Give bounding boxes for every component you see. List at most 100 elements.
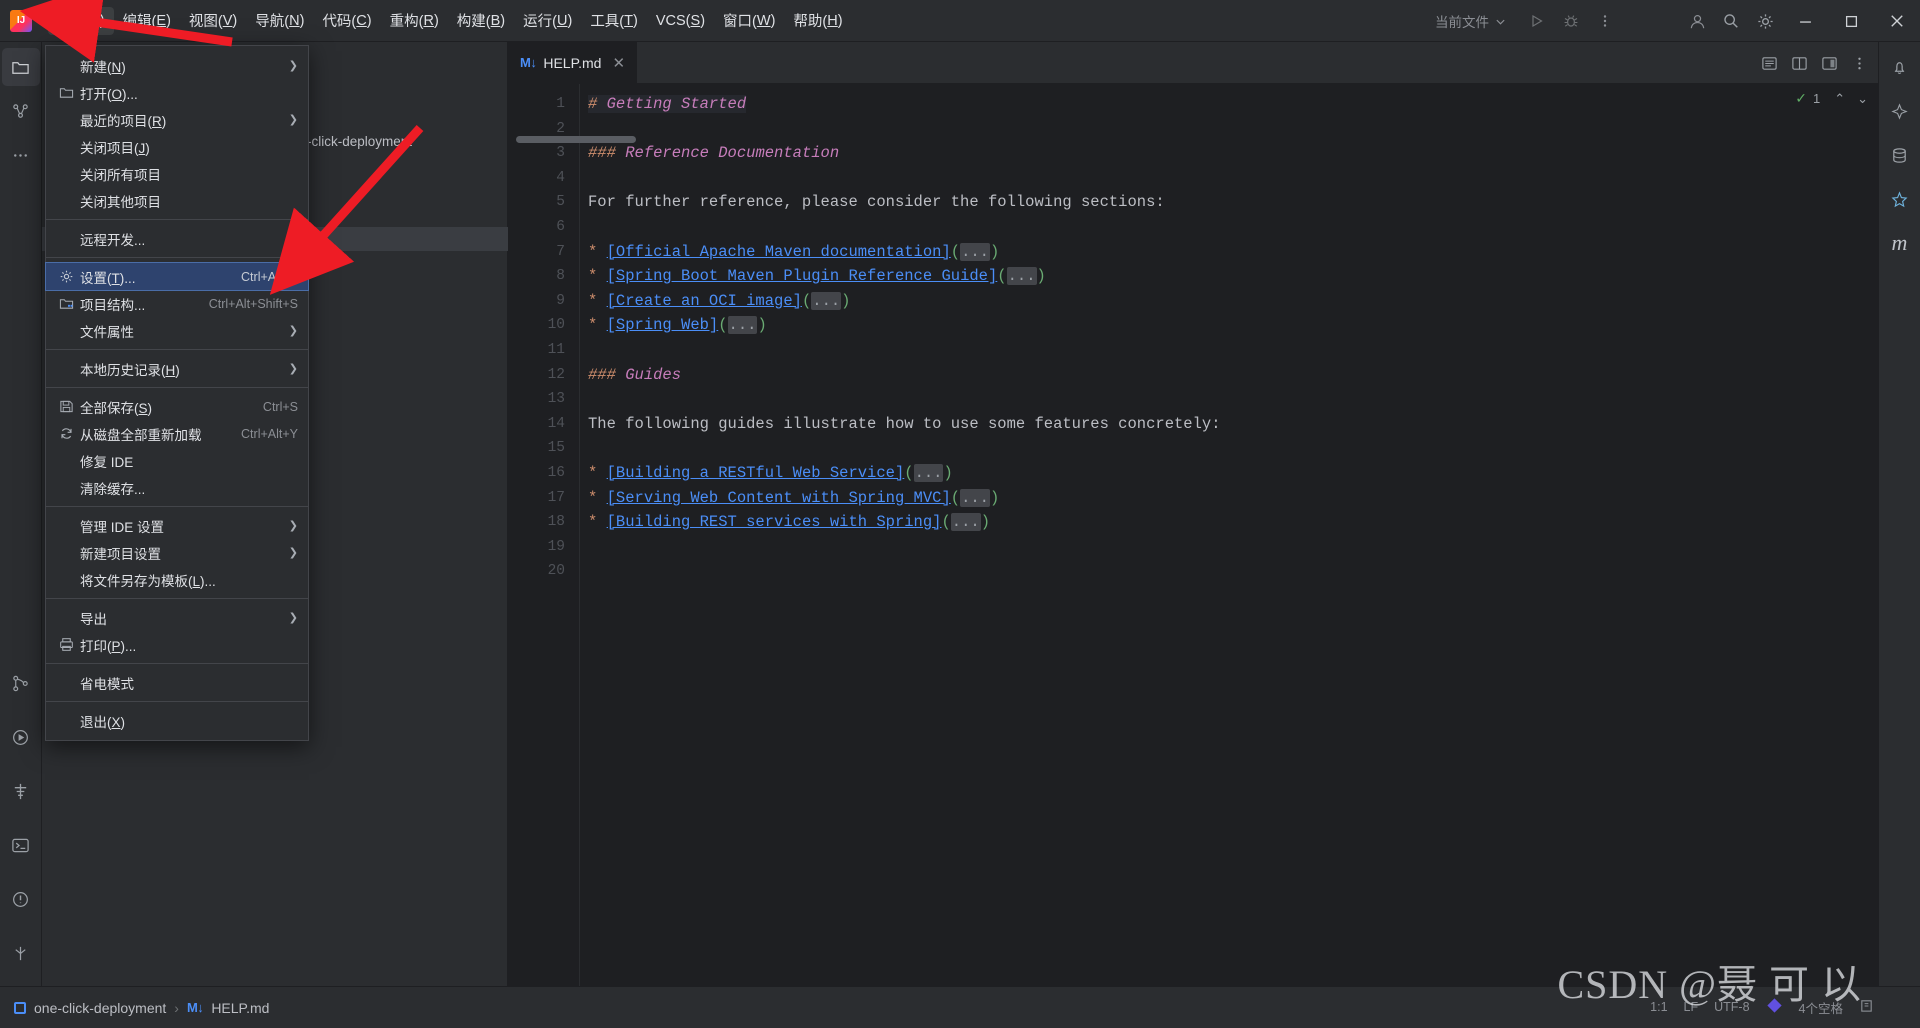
- window-minimize-button[interactable]: [1782, 0, 1828, 42]
- terminal-icon[interactable]: [2, 826, 40, 864]
- file-encoding[interactable]: UTF-8: [1714, 1000, 1749, 1014]
- more-vertical-icon[interactable]: [1844, 48, 1874, 78]
- database-icon[interactable]: [1881, 136, 1919, 174]
- left-tool-window-strip: [0, 42, 42, 986]
- menu-item-从磁盘全部重新加载[interactable]: 从磁盘全部重新加载 Ctrl+Alt+Y: [46, 420, 308, 447]
- menu-h-11[interactable]: 帮助(H): [784, 7, 851, 35]
- menu-item-最近的项目[interactable]: 最近的项目(R) ❯: [46, 106, 308, 133]
- menu-item-新建项目设置[interactable]: 新建项目设置 ❯: [46, 539, 308, 566]
- more-actions-button[interactable]: [1590, 6, 1620, 36]
- structure-icon[interactable]: [2, 92, 40, 130]
- menu-b-6[interactable]: 构建(B): [448, 7, 514, 35]
- code-line[interactable]: [588, 166, 1878, 191]
- menu-t-8[interactable]: 工具(T): [581, 7, 647, 35]
- menu-item-设置[interactable]: 设置(T)... Ctrl+Alt+S: [45, 262, 309, 291]
- editor-code-content[interactable]: # Getting Started ### Reference Document…: [580, 84, 1878, 986]
- menu-u-7[interactable]: 运行(U): [514, 7, 581, 35]
- code-line[interactable]: ### Guides: [588, 363, 1878, 388]
- maven-icon[interactable]: m: [1881, 224, 1919, 262]
- user-account-button[interactable]: [1682, 6, 1712, 36]
- menu-item-修复-IDE[interactable]: 修复 IDE: [46, 447, 308, 474]
- problems-icon[interactable]: [2, 880, 40, 918]
- code-line[interactable]: For further reference, please consider t…: [588, 190, 1878, 215]
- bookmarks-icon[interactable]: [1881, 180, 1919, 218]
- close-icon[interactable]: ✕: [612, 54, 625, 72]
- chevron-down-icon[interactable]: ⌄: [1857, 91, 1868, 107]
- code-line[interactable]: * [Spring Boot Maven Plugin Reference Gu…: [588, 264, 1878, 289]
- editor-layout-icon[interactable]: [1814, 48, 1844, 78]
- menu-s-9[interactable]: VCS(S): [647, 7, 714, 35]
- menu-item-打印[interactable]: 打印(P)...: [46, 631, 308, 658]
- notifications-bell-icon[interactable]: [1881, 48, 1919, 86]
- run-icon[interactable]: [2, 718, 40, 756]
- line-separator[interactable]: LF: [1684, 1000, 1699, 1014]
- more-horizontal-icon[interactable]: [2, 136, 40, 174]
- menu-item-清除缓存[interactable]: 清除缓存...: [46, 474, 308, 501]
- ai-assistant-icon[interactable]: [1881, 92, 1919, 130]
- debug-button[interactable]: [1556, 6, 1586, 36]
- code-line[interactable]: * [Official Apache Maven documentation](…: [588, 240, 1878, 265]
- menu-w-10[interactable]: 窗口(W): [714, 7, 784, 35]
- code-line[interactable]: [588, 338, 1878, 363]
- editor-tab-help-md[interactable]: M↓ HELP.md ✕: [508, 42, 638, 83]
- git-branch-icon[interactable]: [2, 934, 40, 972]
- menu-item-管理-IDE-设置[interactable]: 管理 IDE 设置 ❯: [46, 512, 308, 539]
- code-line[interactable]: [588, 535, 1878, 560]
- build-icon[interactable]: [2, 772, 40, 810]
- editor-body[interactable]: 1 2 3 4 5 6 7 8 9 10 11 12 13 14 15 16 17 18 19 20 # Gettin…: [508, 84, 1878, 986]
- menu-e-1[interactable]: 编辑(E): [114, 7, 180, 35]
- menu-item-省电模式[interactable]: 省电模式: [46, 669, 308, 696]
- breadcrumb-file[interactable]: HELP.md: [211, 1000, 269, 1016]
- breadcrumb-project[interactable]: one-click-deployment: [34, 1000, 166, 1016]
- menu-item-将文件另存为模板[interactable]: 将文件另存为模板(L)...: [46, 566, 308, 593]
- code-line[interactable]: [588, 215, 1878, 240]
- code-line[interactable]: ### Reference Documentation: [588, 141, 1878, 166]
- search-everywhere-button[interactable]: [1716, 6, 1746, 36]
- version-control-icon[interactable]: [2, 664, 40, 702]
- project-folder-icon[interactable]: [1, 48, 40, 86]
- menu-r-5[interactable]: 重构(R): [381, 7, 448, 35]
- menu-f-0[interactable]: 文件(F): [48, 6, 114, 35]
- menu-item-关闭所有项目[interactable]: 关闭所有项目: [46, 160, 308, 187]
- menu-item-退出[interactable]: 退出(X): [46, 707, 308, 734]
- menu-item-关闭其他项目[interactable]: 关闭其他项目: [46, 187, 308, 214]
- git-logo-icon[interactable]: [1766, 997, 1783, 1018]
- code-line[interactable]: [588, 387, 1878, 412]
- settings-gear-button[interactable]: [1750, 6, 1780, 36]
- menu-item-新建[interactable]: 新建(N) ❯: [46, 52, 308, 79]
- project-tree-item-partial[interactable]: -click-deployment: [307, 134, 412, 149]
- code-line[interactable]: [588, 559, 1878, 584]
- menu-item-文件属性[interactable]: 文件属性 ❯: [46, 317, 308, 344]
- menu-item-打开[interactable]: 打开(O)...: [46, 79, 308, 106]
- code-line[interactable]: * [Building REST services with Spring](.…: [588, 510, 1878, 535]
- code-line[interactable]: * [Building a RESTful Web Service](...): [588, 461, 1878, 486]
- menu-item-本地历史记录[interactable]: 本地历史记录(H) ❯: [46, 355, 308, 382]
- window-maximize-button[interactable]: [1828, 0, 1874, 42]
- caret-position[interactable]: 1:1: [1650, 1000, 1667, 1014]
- menu-v-2[interactable]: 视图(V): [180, 7, 246, 35]
- code-line[interactable]: * [Serving Web Content with Spring MVC](…: [588, 486, 1878, 511]
- code-line[interactable]: The following guides illustrate how to u…: [588, 412, 1878, 437]
- chevron-up-icon[interactable]: ⌃: [1834, 91, 1845, 107]
- read-write-lock-icon[interactable]: [1859, 998, 1874, 1016]
- code-line[interactable]: # Getting Started: [588, 92, 1878, 117]
- menu-item-全部保存[interactable]: 全部保存(S) Ctrl+S: [46, 393, 308, 420]
- menu-item-远程开发[interactable]: 远程开发...: [46, 225, 308, 252]
- preview-icon[interactable]: [1754, 48, 1784, 78]
- split-editor-icon[interactable]: [1784, 48, 1814, 78]
- code-line[interactable]: [588, 436, 1878, 461]
- inspection-widget[interactable]: ✓ 1 ⌃ ⌄: [1795, 90, 1868, 107]
- menu-n-3[interactable]: 导航(N): [246, 7, 313, 35]
- run-configuration-selector[interactable]: 当前文件: [1427, 8, 1514, 34]
- indent-setting[interactable]: 4个空格: [1799, 998, 1843, 1017]
- window-close-button[interactable]: [1874, 0, 1920, 42]
- code-line[interactable]: * [Create an OCI image](...): [588, 289, 1878, 314]
- menu-item-导出[interactable]: 导出 ❯: [46, 604, 308, 631]
- menu-item-关闭项目[interactable]: 关闭项目(J): [46, 133, 308, 160]
- menu-item-项目结构[interactable]: 项目结构... Ctrl+Alt+Shift+S: [46, 290, 308, 317]
- run-button[interactable]: [1522, 6, 1552, 36]
- code-line[interactable]: * [Spring Web](...): [588, 313, 1878, 338]
- menu-c-4[interactable]: 代码(C): [313, 7, 380, 35]
- file-menu-dropdown[interactable]: 新建(N) ❯ 打开(O)... 最近的项目(R) ❯ 关闭项目(J) 关闭所有项目 关闭其他…: [45, 45, 309, 741]
- code-line[interactable]: [588, 117, 1878, 142]
